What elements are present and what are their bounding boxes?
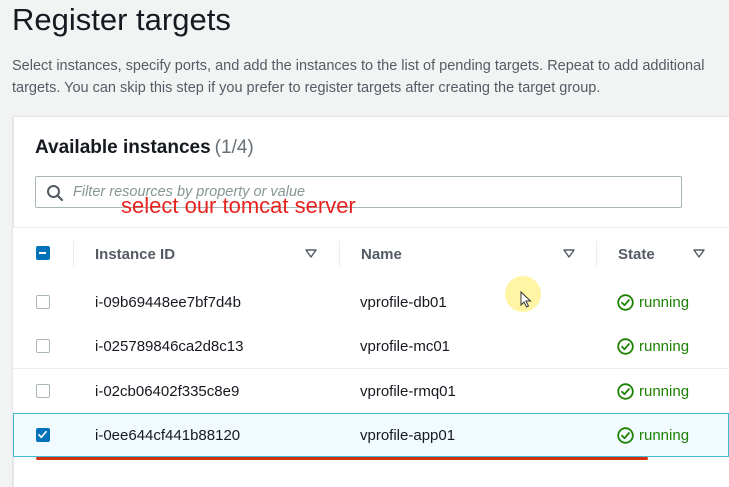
- instance-state-cell: running: [617, 324, 689, 368]
- sort-caret-icon[interactable]: [693, 249, 705, 259]
- column-label-instance-id: Instance ID: [95, 245, 176, 263]
- column-header-name[interactable]: Name: [361, 228, 596, 280]
- instance-state-label: running: [639, 382, 690, 400]
- check-circle-icon: [617, 337, 634, 355]
- table-row[interactable]: i-0ee644cf441b88120 vprofile-app01 running: [13, 413, 729, 457]
- column-separator: [339, 241, 340, 267]
- instance-name-cell: vprofile-app01: [360, 426, 456, 444]
- sort-caret-icon[interactable]: [563, 249, 575, 259]
- row-checkbox[interactable]: [36, 384, 50, 398]
- annotation-text: select our tomcat server: [121, 193, 356, 218]
- mouse-cursor-icon: [520, 291, 532, 308]
- annotation-underline: [36, 457, 648, 460]
- check-circle-icon: [617, 293, 634, 311]
- page-description: Select instances, specify ports, and add…: [12, 58, 705, 96]
- column-label-name: Name: [361, 245, 402, 263]
- selection-count: (1/4): [214, 137, 254, 158]
- column-header-state[interactable]: State: [618, 228, 729, 280]
- panel-heading: Available instances: [35, 137, 211, 158]
- instance-state-cell: running: [617, 413, 689, 457]
- sort-caret-icon[interactable]: [305, 249, 317, 259]
- instance-state-cell: running: [617, 280, 689, 324]
- check-circle-icon: [617, 426, 634, 444]
- instance-name-cell: vprofile-db01: [360, 293, 447, 311]
- indeterminate-mark: [39, 251, 46, 254]
- column-separator: [596, 241, 597, 267]
- instance-name-cell: vprofile-rmq01: [360, 382, 456, 400]
- page-title: Register targets: [12, 2, 231, 37]
- table-row[interactable]: i-02cb06402f335c8e9 vprofile-rmq01 running: [13, 369, 729, 414]
- panel-header: Available instances (1/4): [35, 137, 254, 159]
- table-row[interactable]: i-09b69448ee7bf7d4b vprofile-db01 running: [13, 280, 729, 325]
- instance-name-cell: vprofile-mc01: [360, 337, 451, 355]
- row-checkbox[interactable]: [36, 428, 50, 442]
- column-label-state: State: [618, 245, 655, 263]
- instance-id-cell: i-09b69448ee7bf7d4b: [95, 293, 241, 311]
- table-header: Instance ID Name State: [13, 227, 729, 281]
- row-checkbox[interactable]: [36, 339, 50, 353]
- column-separator: [73, 241, 74, 267]
- instance-state-label: running: [639, 426, 690, 444]
- instance-state-label: running: [639, 337, 690, 355]
- search-icon: [47, 185, 64, 202]
- select-all-checkbox[interactable]: [36, 246, 50, 260]
- instance-id-cell: i-02cb06402f335c8e9: [95, 382, 240, 400]
- instance-id-cell: i-025789846ca2d8c13: [95, 337, 244, 355]
- instance-state-cell: running: [617, 369, 689, 413]
- check-circle-icon: [617, 382, 634, 400]
- row-checkbox[interactable]: [36, 295, 50, 309]
- table-row[interactable]: i-025789846ca2d8c13 vprofile-mc01 running: [13, 324, 729, 369]
- column-header-instance-id[interactable]: Instance ID: [95, 228, 340, 280]
- instance-id-cell: i-0ee644cf441b88120: [95, 426, 241, 444]
- checkmark-icon: [38, 430, 47, 439]
- instance-state-label: running: [639, 293, 690, 311]
